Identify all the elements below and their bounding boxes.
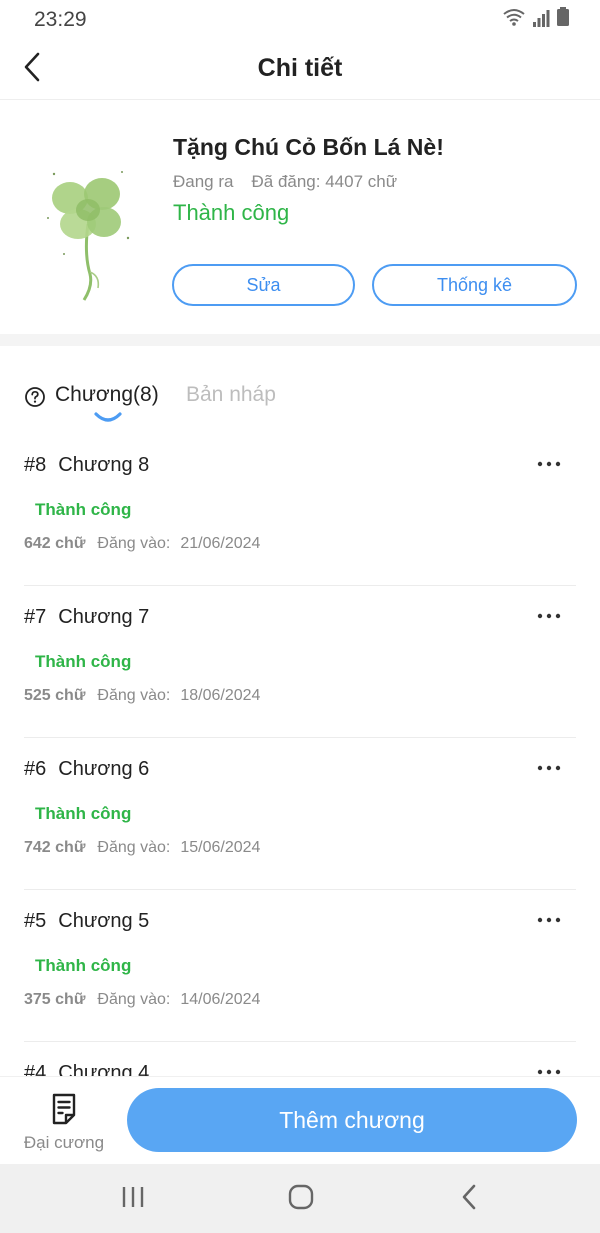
novel-word-count: Đã đăng: 4407 chữ — [251, 172, 398, 191]
chapter-meta: 642 chữ Đăng vào: 21/06/2024 — [24, 535, 260, 553]
chapter-list: #8 Chương 8 Thành công 642 chữ Đăng vào: 21… — [0, 434, 600, 1076]
chapter-row[interactable]: #6 Chương 6 Thành công 742 chữ Đăng vào: 15… — [24, 738, 576, 890]
chapter-number: #8 — [24, 454, 47, 476]
app-header: Chi tiết — [0, 38, 600, 100]
tab-drafts[interactable]: Bản nháp — [186, 383, 276, 407]
more-dots-icon[interactable] — [536, 758, 562, 778]
chapter-status: Thành công — [35, 956, 132, 975]
clover-cover-image[interactable] — [40, 154, 136, 304]
chapter-row[interactable]: #4 Chương 4 — [24, 1042, 576, 1076]
chapter-row[interactable]: #7 Chương 7 Thành công 525 chữ Đăng vào: 18… — [24, 586, 576, 738]
tab-chapters[interactable]: Chương(8) — [55, 383, 159, 407]
chapter-name: Chương 6 — [58, 758, 150, 780]
chapter-word-count: 525 chữ — [24, 687, 86, 704]
chapter-word-count: 642 chữ — [24, 535, 86, 552]
add-chapter-button[interactable]: Thêm chương — [127, 1088, 577, 1152]
help-circle-icon[interactable] — [24, 386, 46, 408]
chapter-date: 14/06/2024 — [180, 991, 261, 1008]
status-time: 23:29 — [34, 8, 87, 31]
nav-back-icon[interactable] — [458, 1182, 480, 1212]
stats-button[interactable]: Thống kê — [372, 264, 577, 306]
tab-bar: Chương(8) Bản nháp — [0, 346, 600, 434]
chapter-name: Chương 7 — [58, 606, 150, 628]
chapter-number: #4 — [24, 1062, 47, 1076]
signal-icon — [533, 10, 550, 27]
chapter-date: 15/06/2024 — [180, 839, 261, 856]
chapter-word-count: 375 chữ — [24, 991, 86, 1008]
chapter-heading: #6 Chương 6 — [24, 758, 149, 781]
battery-icon — [557, 7, 569, 26]
chapter-meta: 742 chữ Đăng vào: 15/06/2024 — [24, 839, 260, 857]
status-icons — [502, 7, 570, 27]
more-dots-icon[interactable] — [536, 910, 562, 930]
bottom-action-bar: Đại cương Thêm chương — [0, 1076, 600, 1164]
chapter-name: Chương 8 — [58, 454, 150, 476]
more-dots-icon[interactable] — [536, 1062, 562, 1076]
wifi-icon — [503, 9, 525, 26]
posted-label: Đăng vào: — [97, 839, 171, 856]
chapter-number: #7 — [24, 606, 47, 628]
chapter-row[interactable]: #8 Chương 8 Thành công 642 chữ Đăng vào: 21… — [24, 434, 576, 586]
posted-label: Đăng vào: — [97, 687, 171, 704]
more-dots-icon[interactable] — [536, 606, 562, 626]
outline-button[interactable]: Đại cương — [14, 1089, 114, 1155]
more-dots-icon[interactable] — [536, 454, 562, 474]
chapter-status: Thành công — [35, 804, 132, 823]
chapter-meta: 525 chữ Đăng vào: 18/06/2024 — [24, 687, 260, 705]
novel-title: Tặng Chú Cỏ Bốn Lá Nè! — [173, 134, 444, 160]
chapter-status: Thành công — [35, 500, 132, 519]
chapter-status: Thành công — [35, 652, 132, 671]
active-tab-indicator — [94, 412, 122, 422]
publication-state: Đang ra — [173, 172, 234, 191]
chapter-word-count: 742 chữ — [24, 839, 86, 856]
status-bar: 23:29 — [0, 0, 600, 38]
chapter-row[interactable]: #5 Chương 5 Thành công 375 chữ Đăng vào: 14… — [24, 890, 576, 1042]
novel-status: Thành công — [173, 200, 290, 225]
edit-button[interactable]: Sửa — [172, 264, 355, 306]
chapter-date: 21/06/2024 — [180, 535, 261, 552]
posted-label: Đăng vào: — [97, 535, 171, 552]
posted-label: Đăng vào: — [97, 991, 171, 1008]
chapter-meta: 375 chữ Đăng vào: 14/06/2024 — [24, 991, 260, 1009]
chapter-number: #6 — [24, 758, 47, 780]
chapter-heading: #4 Chương 4 — [24, 1062, 149, 1076]
chapter-name: Chương 4 — [58, 1062, 150, 1076]
chapter-number: #5 — [24, 910, 47, 932]
nav-home-icon[interactable] — [287, 1183, 315, 1211]
page-title: Chi tiết — [257, 54, 343, 82]
chapter-heading: #5 Chương 5 — [24, 910, 149, 933]
chapter-name: Chương 5 — [58, 910, 150, 932]
outline-label: Đại cương — [23, 1133, 105, 1152]
chapter-date: 18/06/2024 — [180, 687, 261, 704]
nav-recent-icon[interactable] — [120, 1184, 146, 1210]
outline-document-icon — [52, 1093, 76, 1125]
section-divider — [0, 334, 600, 346]
system-nav-bar — [0, 1164, 600, 1233]
novel-meta: Đang ra Đã đăng: 4407 chữ — [173, 172, 397, 192]
chapter-heading: #7 Chương 7 — [24, 606, 149, 629]
chapter-heading: #8 Chương 8 — [24, 454, 149, 477]
novel-info-card: Tặng Chú Cỏ Bốn Lá Nè! Đang ra Đã đăng: 4… — [0, 100, 600, 334]
